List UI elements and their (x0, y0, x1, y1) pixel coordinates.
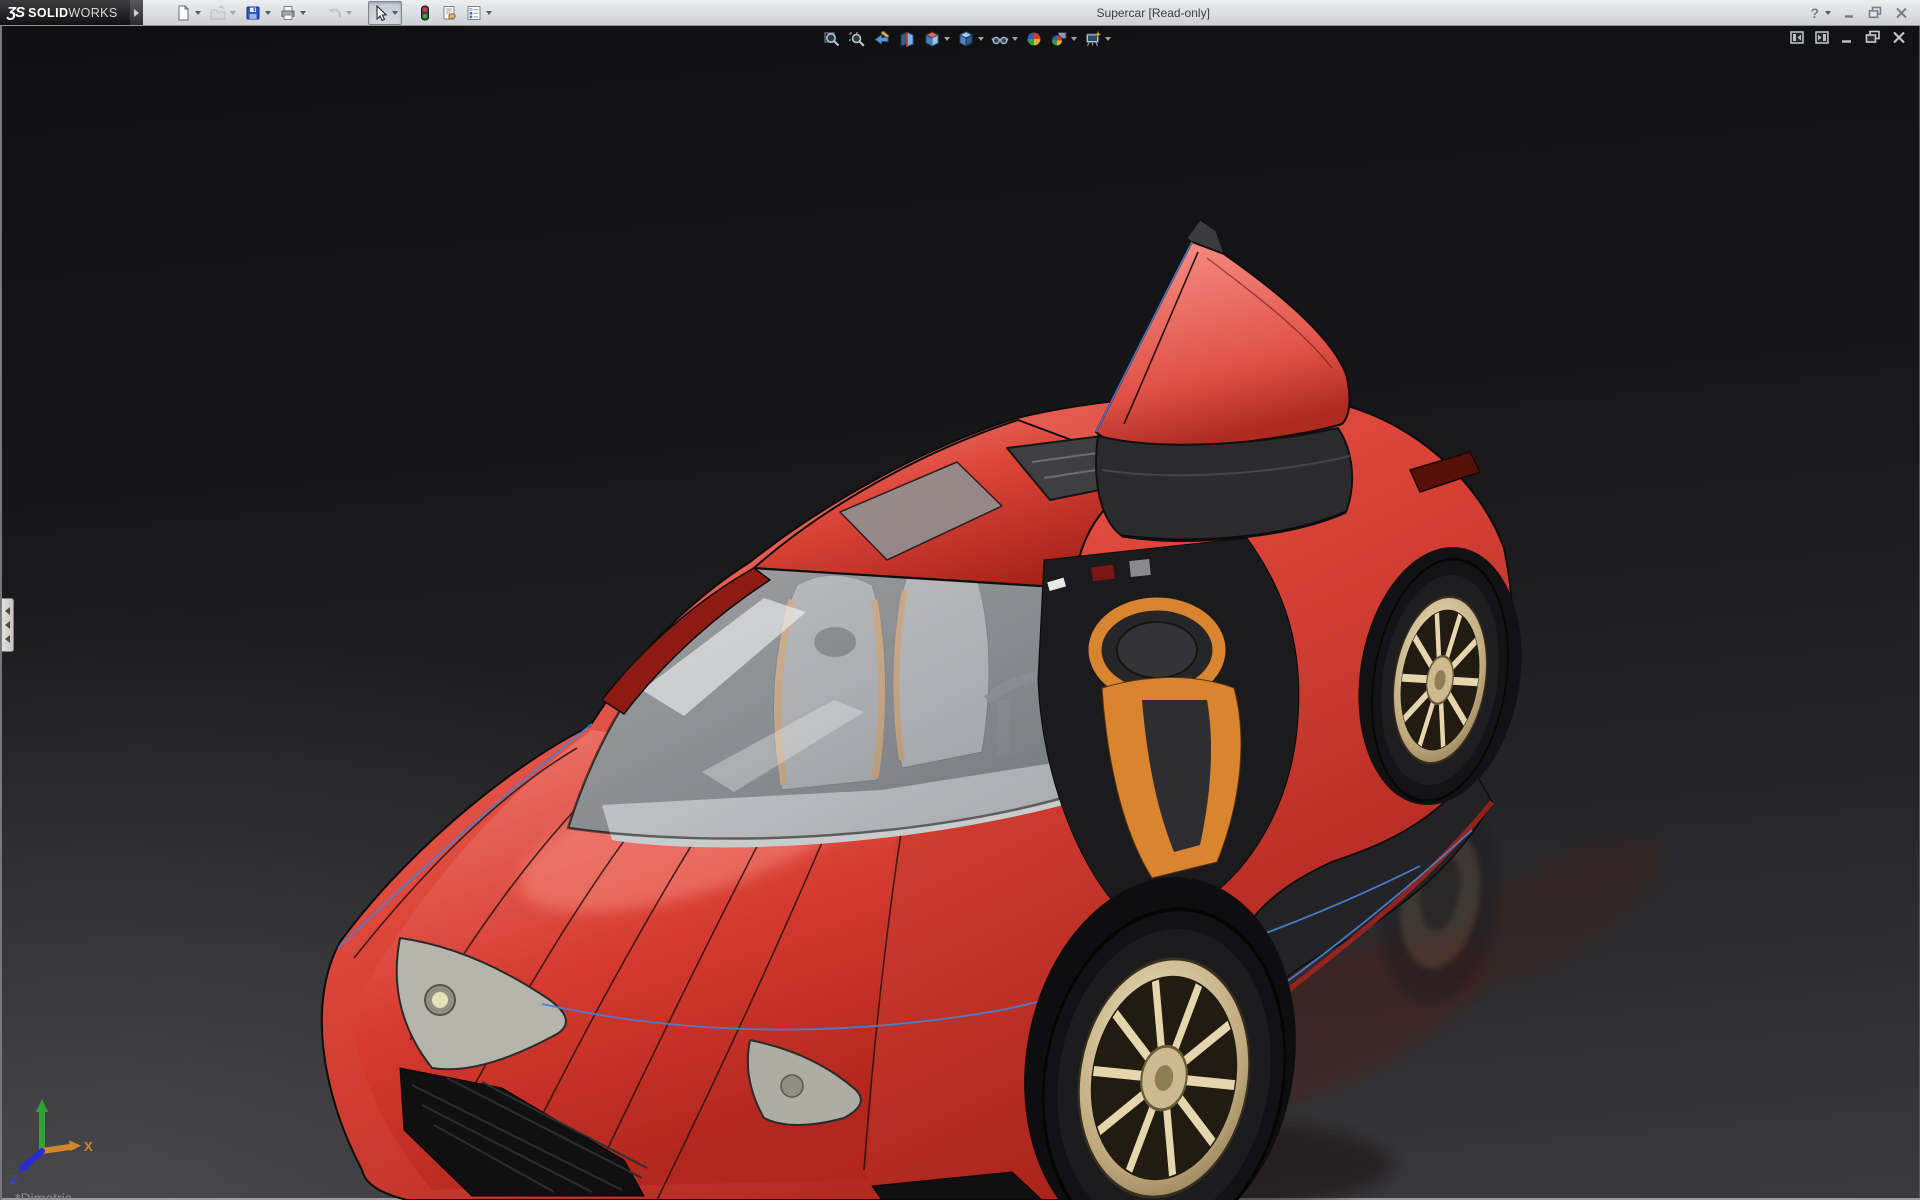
pane-left-icon (1790, 30, 1804, 44)
save-button[interactable] (241, 1, 275, 25)
apply-scene-icon (1051, 32, 1067, 46)
close-icon (1893, 31, 1905, 43)
view-orientation-button[interactable] (920, 28, 953, 50)
previous-view-button[interactable] (870, 28, 894, 50)
rebuild-traffic-light-icon (421, 5, 429, 20)
file-properties-icon (443, 5, 456, 20)
close-document-button[interactable] (1892, 31, 1906, 44)
edit-appearance-button[interactable] (1022, 28, 1046, 50)
restore-icon (1868, 6, 1882, 19)
view-settings-button[interactable] (1081, 28, 1114, 50)
display-style-icon (958, 31, 974, 47)
section-view-icon (900, 31, 914, 48)
previous-view-icon (874, 30, 890, 45)
minimize-document-button[interactable] (1840, 31, 1854, 44)
solidworks-logo: ƷS SOLID WORKS (0, 0, 130, 25)
solidworks-logo-glyph: ƷS (7, 4, 25, 21)
toggle-left-pane-button[interactable] (1790, 30, 1804, 44)
dropdown-caret-icon[interactable] (1105, 37, 1111, 41)
select-button[interactable] (368, 0, 402, 25)
rebuild-button[interactable] (414, 1, 436, 25)
dropdown-caret-icon[interactable] (392, 10, 398, 15)
display-style-button[interactable] (954, 28, 987, 50)
options-checklist-icon (467, 5, 481, 20)
close-button[interactable] (1895, 7, 1908, 19)
open-folder-icon (210, 4, 226, 19)
dropdown-caret-icon[interactable] (300, 10, 306, 15)
edit-appearance-icon (1027, 32, 1041, 46)
solidworks-window: ƷS SOLID WORKS Supercar [Read-only] ? X … (0, 0, 1920, 1200)
minimize-icon (1842, 39, 1851, 43)
document-title: Supercar [Read-only] (1096, 5, 1210, 20)
new-button[interactable] (171, 1, 205, 25)
3d-model-supercar[interactable] (2, 25, 1920, 1200)
options-button[interactable] (462, 1, 496, 25)
featuremanager-collapsed-tab[interactable] (2, 598, 14, 652)
view-orientation-label: *Dimetric (15, 1190, 72, 1200)
dropdown-caret-icon[interactable] (195, 10, 201, 15)
file-properties-button[interactable] (437, 1, 461, 25)
reference-triad: X Z (10, 1099, 93, 1185)
zoom-to-area-icon (849, 32, 865, 47)
hide-show-items-button[interactable] (988, 28, 1021, 50)
title-bar: ƷS SOLID WORKS Supercar [Read-only] ? (0, 0, 1920, 26)
dropdown-caret-icon (346, 10, 352, 15)
graphics-viewport[interactable]: X Z *Dimetric (0, 25, 1920, 1200)
new-document-icon (178, 4, 190, 20)
zoom-to-area-button[interactable] (845, 28, 869, 50)
undo-arrow-icon (328, 8, 342, 18)
butterfly-door-open (1095, 219, 1354, 542)
dropdown-caret-icon[interactable] (1071, 37, 1077, 41)
window-controls: ? (1810, 5, 1920, 21)
print-icon (281, 5, 295, 20)
view-settings-icon (1086, 30, 1102, 47)
zoom-to-fit-icon (824, 32, 840, 47)
close-icon (1896, 7, 1907, 18)
view-orientation-icon (924, 31, 940, 47)
restore-document-button[interactable] (1865, 30, 1881, 44)
pane-right-icon (1815, 30, 1829, 44)
chevron-right-icon (134, 8, 139, 17)
triad-z-label: Z (10, 1172, 18, 1185)
minimize-button[interactable] (1843, 7, 1856, 19)
zoom-to-fit-button[interactable] (820, 28, 844, 50)
dropdown-caret-icon[interactable] (1012, 37, 1018, 41)
hide-show-items-icon (991, 36, 1009, 45)
restore-button[interactable] (1868, 6, 1883, 19)
apply-scene-button[interactable] (1047, 28, 1080, 50)
help-dropdown-caret-icon[interactable] (1825, 10, 1831, 15)
chevron-left-icon (5, 621, 10, 629)
headsup-view-toolbar (820, 28, 1114, 50)
brand-name-bold: SOLID (28, 5, 69, 20)
save-floppy-icon (246, 6, 260, 19)
toggle-right-pane-button[interactable] (1815, 30, 1829, 44)
restore-icon (1865, 30, 1880, 43)
print-button[interactable] (276, 1, 310, 25)
document-window-controls (1790, 30, 1906, 44)
standard-toolbar (171, 0, 496, 25)
brand-name-light: WORKS (68, 5, 118, 20)
select-cursor-icon (376, 4, 388, 21)
triad-x-label: X (84, 1139, 93, 1154)
dropdown-caret-icon[interactable] (265, 10, 271, 15)
dropdown-caret-icon[interactable] (486, 10, 492, 15)
chevron-left-icon (5, 635, 10, 643)
minimize-icon (1845, 14, 1853, 18)
section-view-button[interactable] (895, 28, 919, 50)
dropdown-caret-icon (230, 10, 236, 15)
chevron-left-icon (5, 607, 10, 615)
dropdown-caret-icon[interactable] (978, 37, 984, 41)
help-button[interactable]: ? (1810, 5, 1819, 21)
menu-expand-button[interactable] (130, 0, 143, 25)
undo-button[interactable] (322, 1, 356, 25)
open-button[interactable] (206, 1, 240, 25)
dropdown-caret-icon[interactable] (944, 37, 950, 41)
